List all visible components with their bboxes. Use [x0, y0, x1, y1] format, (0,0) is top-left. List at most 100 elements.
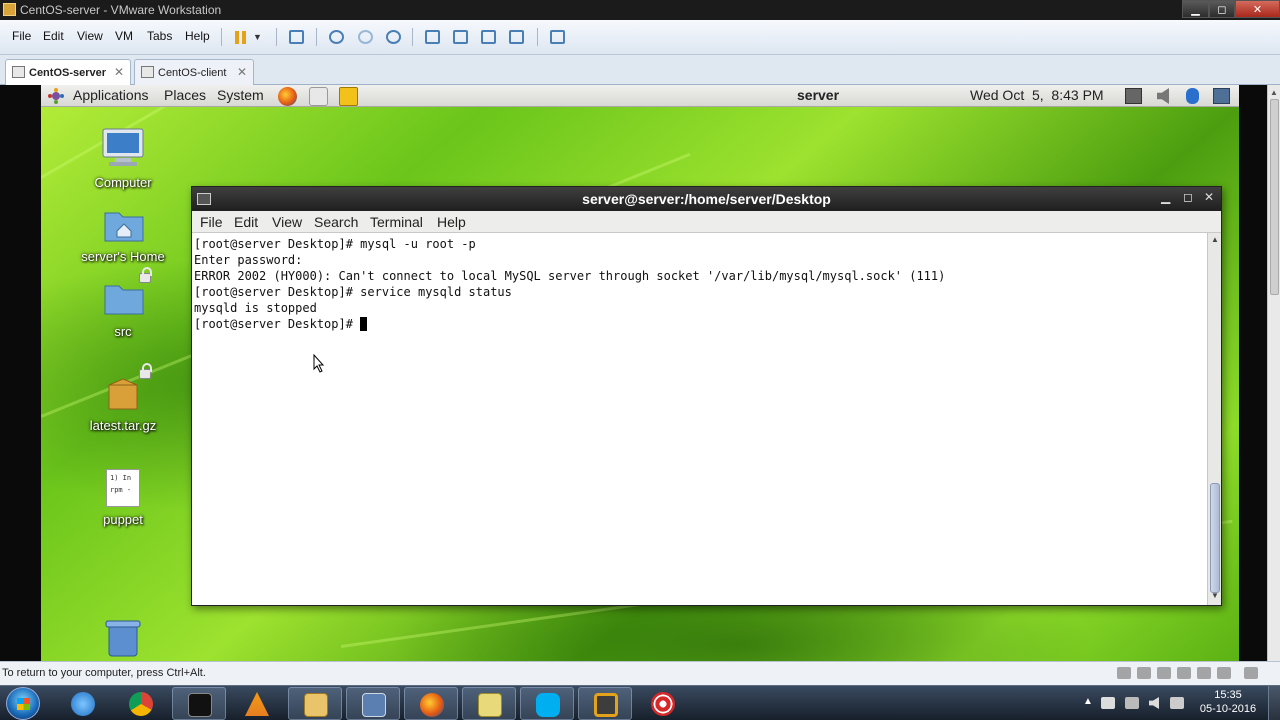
- menu-tabs[interactable]: Tabs: [147, 29, 172, 43]
- desktop-icon-home[interactable]: server's Home: [68, 207, 178, 267]
- scroll-up-icon[interactable]: ▲: [1270, 88, 1278, 97]
- show-desktop-button[interactable]: [1268, 686, 1280, 720]
- hdd-icon[interactable]: [1117, 667, 1131, 679]
- terminal-titlebar[interactable]: server@server:/home/server/Desktop ▁ ◻ ✕: [192, 187, 1221, 211]
- network-icon[interactable]: [1125, 88, 1142, 104]
- close-button[interactable]: ✕: [1235, 0, 1280, 18]
- minimize-button[interactable]: ▁: [1182, 0, 1209, 18]
- unity-icon[interactable]: [505, 26, 527, 48]
- taskbar-recorder[interactable]: [636, 687, 690, 720]
- minimize-icon[interactable]: ▁: [1161, 190, 1170, 204]
- taskbar-cmd[interactable]: [172, 687, 226, 720]
- fullscreen-icon[interactable]: [477, 26, 499, 48]
- scroll-up-icon[interactable]: ▲: [1211, 235, 1219, 244]
- scrollbar-thumb[interactable]: [1270, 99, 1279, 295]
- close-icon[interactable]: ✕: [1204, 190, 1214, 204]
- menu-terminal[interactable]: Terminal: [370, 214, 423, 230]
- terminal-output[interactable]: [root@server Desktop]# mysql -u root -p E…: [192, 233, 1207, 605]
- close-icon[interactable]: ✕: [237, 65, 247, 79]
- volume-icon[interactable]: [1149, 697, 1159, 709]
- toolbar-separator: [276, 28, 277, 46]
- desktop-icon-puppet[interactable]: 1) In rpm - puppet: [68, 469, 178, 529]
- vmware-scrollbar[interactable]: ▲: [1267, 85, 1280, 661]
- panel-clock[interactable]: Wed Oct 5, 8:43 PM: [970, 87, 1104, 103]
- taskbar-chrome[interactable]: [114, 687, 168, 720]
- desktop-icon-latest-tar[interactable]: latest.tar.gz: [68, 363, 178, 435]
- archive-icon: [108, 378, 138, 410]
- thumbnail-icon[interactable]: [449, 26, 471, 48]
- message-icon[interactable]: [1244, 667, 1258, 679]
- start-button[interactable]: [6, 687, 40, 720]
- scrollbar-thumb[interactable]: [1210, 483, 1220, 593]
- usb-icon[interactable]: [1177, 667, 1191, 679]
- menu-help[interactable]: Help: [437, 214, 466, 230]
- display-icon[interactable]: [1213, 88, 1230, 104]
- desktop-icon-computer[interactable]: Computer: [68, 127, 178, 197]
- guest-desktop[interactable]: Applications Places System server Wed Oc…: [41, 85, 1239, 661]
- network-tray-icon[interactable]: [1125, 697, 1139, 709]
- snapshot-icon[interactable]: [325, 26, 347, 48]
- close-icon[interactable]: ✕: [114, 65, 124, 79]
- menu-edit[interactable]: Edit: [234, 214, 258, 230]
- gnome-top-panel: Applications Places System server Wed Oc…: [41, 85, 1239, 107]
- show-hidden-icons-icon[interactable]: ▲: [1083, 696, 1093, 707]
- home-folder-icon: [104, 212, 144, 242]
- cdrom-icon[interactable]: [1137, 667, 1151, 679]
- network-adapter-icon[interactable]: [1157, 667, 1171, 679]
- desktop-icon-src[interactable]: src: [68, 267, 178, 340]
- tab-centos-client[interactable]: CentOS-client ✕: [134, 59, 254, 85]
- maximize-icon[interactable]: ◻: [1183, 190, 1193, 204]
- pause-icon[interactable]: [229, 26, 251, 48]
- menu-system[interactable]: System: [217, 87, 264, 103]
- menu-places[interactable]: Places: [164, 87, 206, 103]
- tab-centos-server[interactable]: CentOS-server ✕: [5, 59, 131, 85]
- guest-border: [0, 85, 41, 661]
- menu-search[interactable]: Search: [314, 214, 358, 230]
- sound-icon[interactable]: [1197, 667, 1211, 679]
- library-icon[interactable]: [421, 26, 443, 48]
- mail-icon[interactable]: [309, 87, 328, 106]
- terminal-scrollbar[interactable]: ▲ ▼: [1207, 233, 1221, 605]
- taskbar-ie[interactable]: [56, 687, 110, 720]
- maximize-button[interactable]: ◻: [1209, 0, 1235, 18]
- taskbar-firefox[interactable]: [404, 687, 458, 720]
- notes-icon[interactable]: [339, 87, 358, 106]
- menu-view[interactable]: View: [77, 29, 103, 43]
- snapshot-manager-icon[interactable]: [382, 26, 404, 48]
- terminal-window[interactable]: server@server:/home/server/Desktop ▁ ◻ ✕…: [191, 186, 1222, 606]
- terminal-prompt-line[interactable]: [root@server Desktop]#: [194, 316, 1207, 332]
- desktop-icon-label: src: [114, 324, 132, 339]
- desktop-icon-label: Computer: [94, 175, 152, 190]
- taskbar-vmware[interactable]: [578, 687, 632, 720]
- desktop-icon-trash[interactable]: [68, 618, 178, 661]
- bluetooth-icon[interactable]: [1186, 88, 1199, 104]
- firefox-icon: [420, 693, 444, 717]
- taskbar-vlc[interactable]: [230, 687, 284, 720]
- menu-file[interactable]: File: [12, 29, 31, 43]
- taskbar-network[interactable]: [346, 687, 400, 720]
- guest-border: [1239, 85, 1267, 661]
- terminal-prompt: [root@server Desktop]#: [194, 317, 361, 331]
- scroll-down-icon[interactable]: ▼: [1211, 591, 1219, 600]
- menu-file[interactable]: File: [200, 214, 223, 230]
- taskbar-explorer[interactable]: [288, 687, 342, 720]
- taskbar-skype[interactable]: [520, 687, 574, 720]
- menu-view[interactable]: View: [272, 214, 302, 230]
- printer-icon[interactable]: [1217, 667, 1231, 679]
- revert-snapshot-icon[interactable]: [354, 26, 376, 48]
- menu-edit[interactable]: Edit: [43, 29, 64, 43]
- network-icon: [362, 693, 386, 717]
- volume-icon[interactable]: [1157, 88, 1169, 104]
- action-center-icon[interactable]: [1101, 697, 1115, 709]
- firefox-icon[interactable]: [278, 87, 297, 106]
- power-icon[interactable]: [1170, 697, 1184, 709]
- window-title: CentOS-server - VMware Workstation: [20, 3, 222, 17]
- taskbar-clock[interactable]: 15:35 05-10-2016: [1196, 688, 1260, 716]
- menu-help[interactable]: Help: [185, 29, 210, 43]
- console-view-icon[interactable]: [546, 26, 568, 48]
- chevron-down-icon[interactable]: ▼: [252, 26, 274, 48]
- menu-applications[interactable]: Applications: [73, 87, 149, 103]
- send-ctrl-alt-del-icon[interactable]: [285, 26, 307, 48]
- taskbar-notes[interactable]: [462, 687, 516, 720]
- menu-vm[interactable]: VM: [115, 29, 133, 43]
